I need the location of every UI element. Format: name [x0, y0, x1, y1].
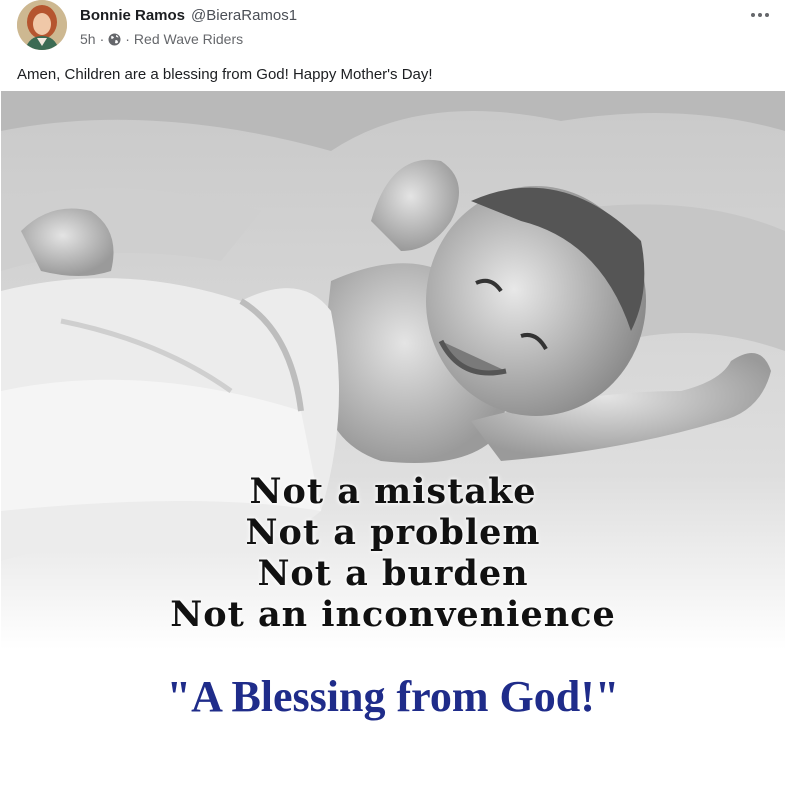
caption-line: Not a mistake: [249, 471, 537, 512]
more-options-icon: [751, 13, 755, 17]
author-name[interactable]: Bonnie Ramos: [80, 7, 185, 24]
author-row: Bonnie Ramos @BieraRamos1: [80, 7, 297, 25]
separator-dot: ·: [99, 31, 105, 47]
post-image[interactable]: Not a mistake Not a problem Not a burden…: [1, 91, 785, 789]
post-time[interactable]: 5h: [80, 31, 96, 47]
globe-icon: [108, 33, 121, 46]
caption-line: Not an inconvenience: [170, 594, 616, 635]
caption-line: Not a burden: [257, 553, 529, 594]
post-meta: 5h · · Red Wave Riders: [80, 31, 243, 47]
avatar-image: [17, 0, 67, 50]
author-handle[interactable]: @BieraRamos1: [191, 7, 297, 24]
caption-line: Not a problem: [245, 512, 541, 553]
more-options-button[interactable]: [745, 2, 775, 28]
blessing-text: "A Blessing from God!": [166, 672, 620, 721]
avatar[interactable]: [17, 0, 67, 50]
post-text: Amen, Children are a blessing from God! …: [17, 66, 433, 83]
group-name[interactable]: Red Wave Riders: [134, 31, 243, 47]
image-caption-lines: Not a mistake Not a problem Not a burden…: [1, 471, 785, 635]
post-header: Bonnie Ramos @BieraRamos1 5h · · Red Wave…: [0, 0, 789, 60]
separator-dot: ·: [125, 31, 130, 47]
